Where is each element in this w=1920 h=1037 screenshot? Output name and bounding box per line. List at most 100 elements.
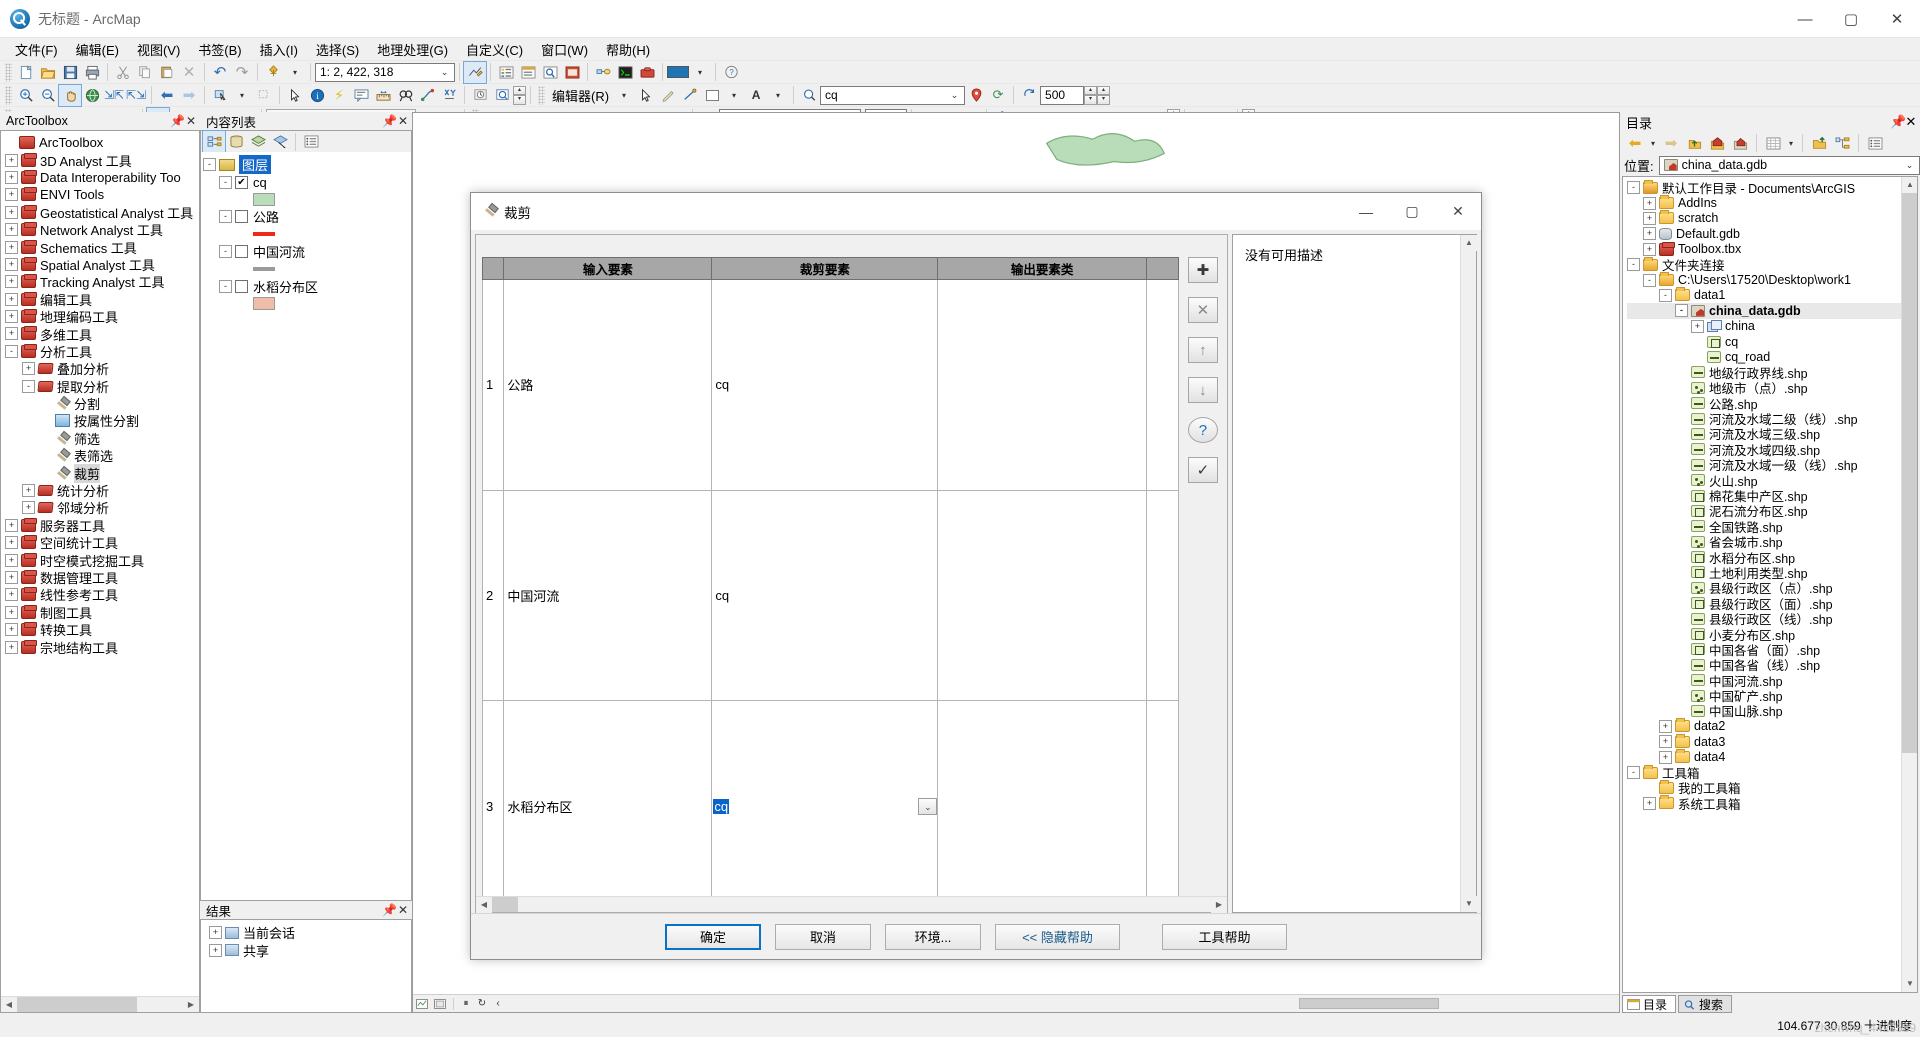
results-node[interactable]: + 共享 (201, 941, 411, 959)
hyperlink-icon[interactable]: ⚡ (328, 85, 350, 106)
html-popup-icon[interactable] (350, 85, 372, 106)
catalog-node[interactable]: - china_data.gdb (1627, 303, 1917, 319)
expand-toggle-icon[interactable]: + (5, 310, 18, 324)
arctoolbox-root[interactable]: ArcToolbox (1, 134, 199, 151)
toc-options-icon[interactable] (300, 131, 322, 152)
expand-toggle-icon[interactable]: + (1643, 796, 1656, 810)
select-features-icon[interactable] (209, 85, 231, 106)
pan-icon[interactable] (58, 83, 82, 107)
toolbox-node[interactable]: 分割 (1, 395, 199, 412)
catalog-options-icon[interactable] (1864, 133, 1886, 154)
expand-toggle-icon[interactable]: - (1627, 258, 1640, 272)
pin-icon[interactable]: 📌 (382, 114, 397, 128)
expand-toggle-icon[interactable]: + (209, 943, 222, 957)
menu-item-insert[interactable]: 插入(I) (251, 38, 307, 61)
color-swatch-icon[interactable] (667, 62, 689, 83)
expand-toggle-icon[interactable]: + (5, 188, 18, 202)
hscroll-thumb[interactable] (492, 897, 518, 912)
clip-features-cell[interactable]: cq ⌄ (711, 700, 939, 912)
help-icon[interactable]: ? (720, 62, 742, 83)
clip-parameters-table[interactable]: 输入要素 裁剪要素 输出要素类 1 公路 cq 2 中国河流 cq 3 水稻分布区 cq ⌄ (481, 257, 1179, 912)
scroll-left-button[interactable]: ◀ (1, 997, 17, 1012)
pause-drawing-icon[interactable]: ⏸ (458, 996, 474, 1012)
table-row[interactable]: 3 水稻分布区 cq ⌄ (481, 700, 1179, 912)
scroll-left-button[interactable]: ◀ (476, 897, 492, 913)
undo-icon[interactable]: ↶ (209, 62, 231, 83)
expand-toggle-icon[interactable]: + (5, 153, 18, 167)
toc-tree[interactable]: - 图层 - ✔ cq - 公路 - 中国河流 - 水稻分布区 (200, 152, 412, 901)
results-node[interactable]: + 当前会话 (201, 924, 411, 941)
view-type-icon[interactable] (1762, 133, 1784, 154)
toolbox-node[interactable]: + 线性参考工具 (1, 586, 199, 603)
refresh-geocode-icon[interactable]: ⟳ (987, 85, 1009, 106)
menu-item-help[interactable]: 帮助(H) (597, 38, 659, 61)
catalog-node[interactable]: + data2 (1627, 718, 1917, 734)
expand-toggle-icon[interactable]: + (5, 588, 18, 602)
output-feature-class-cell[interactable] (937, 279, 1147, 491)
output-feature-class-cell[interactable] (937, 489, 1147, 702)
toolbox-node[interactable]: + 时空模式挖掘工具 (1, 551, 199, 569)
expand-toggle-icon[interactable]: + (1643, 211, 1656, 225)
expand-toggle-icon[interactable]: + (5, 536, 18, 550)
layout-view-icon[interactable] (431, 996, 449, 1012)
go-to-xy-icon[interactable] (438, 85, 460, 106)
toolbox-node[interactable]: + 多维工具 (1, 325, 199, 343)
expand-toggle-icon[interactable]: + (5, 640, 18, 654)
expand-toggle-icon[interactable]: - (1675, 304, 1688, 318)
home-folder-icon[interactable] (1706, 133, 1728, 154)
editor-dropdown-icon[interactable]: ▾ (613, 85, 635, 106)
back-dropdown-icon[interactable]: ▾ (1647, 133, 1659, 154)
toolbox-node[interactable]: - 提取分析 (1, 377, 199, 395)
scroll-right-button[interactable]: ▶ (183, 997, 199, 1012)
toolbox-node[interactable]: + Data Interoperability Too (1, 169, 199, 186)
up-one-level-icon[interactable] (1683, 133, 1705, 154)
expand-toggle-icon[interactable]: + (5, 170, 18, 184)
catalog-node[interactable]: 我的工具箱 (1627, 779, 1917, 796)
layer-symbol-swatch[interactable] (253, 297, 275, 311)
data-view-icon[interactable] (413, 996, 431, 1012)
catalog-node[interactable]: + Default.gdb (1627, 226, 1917, 241)
toolbox-node[interactable]: + 数据管理工具 (1, 569, 199, 586)
dialog-minimize-button[interactable]: — (1343, 193, 1389, 230)
input-features-cell[interactable]: 公路 (503, 279, 713, 491)
expand-toggle-icon[interactable]: + (5, 240, 18, 254)
hscroll-thumb[interactable] (17, 997, 137, 1012)
catalog-location-combo[interactable]: china_data.gdb ⌄ (1658, 155, 1920, 175)
rotation-input[interactable]: 500 (1040, 85, 1085, 105)
expand-toggle-icon[interactable]: + (5, 570, 18, 584)
python-window-icon[interactable] (614, 62, 636, 83)
tab-search[interactable]: 搜索 (1678, 995, 1733, 1013)
toolbar-grip[interactable] (5, 62, 12, 82)
expand-toggle-icon[interactable]: - (219, 279, 232, 293)
geocoding-find-icon[interactable] (798, 85, 820, 106)
expand-toggle-icon[interactable]: + (22, 501, 35, 515)
scroll-right-button[interactable]: ▶ (1211, 897, 1227, 913)
clear-selection-icon[interactable] (253, 85, 275, 106)
expand-toggle-icon[interactable]: + (5, 205, 18, 219)
back-icon[interactable]: ⬅ (1624, 133, 1646, 154)
white-square-icon[interactable] (701, 85, 723, 106)
toolbox-node[interactable]: + ENVI Tools (1, 186, 199, 203)
pin-icon[interactable]: 📌 (1890, 114, 1906, 130)
remove-row-button[interactable]: ✕ (1187, 297, 1218, 323)
zoom-in-icon[interactable] (15, 85, 37, 106)
expand-toggle-icon[interactable]: - (1643, 273, 1656, 287)
input-features-cell[interactable]: 中国河流 (503, 489, 713, 702)
catalog-node[interactable]: + 系统工具箱 (1627, 795, 1917, 812)
toolbar-overflow-spinner[interactable]: ▴▾ (513, 85, 526, 105)
dialog-close-button[interactable]: ✕ (1435, 193, 1481, 230)
arctoolbox-tree[interactable]: ArcToolbox +3D Analyst 工具 + Data Interopera… (0, 130, 200, 1013)
expand-toggle-icon[interactable]: + (5, 292, 18, 306)
color-dropdown-icon[interactable]: ▾ (689, 62, 711, 83)
catalog-node[interactable]: - data1 (1627, 287, 1917, 303)
add-data-icon[interactable] (262, 62, 284, 83)
find-icon[interactable] (394, 85, 416, 106)
menu-item-windows[interactable]: 窗口(W) (532, 38, 597, 61)
layer-symbol-swatch[interactable] (253, 232, 275, 237)
toolbox-node[interactable]: + Spatial Analyst 工具 (1, 256, 199, 273)
expand-toggle-icon[interactable]: - (219, 245, 232, 259)
rotate-icon[interactable] (1018, 85, 1040, 106)
go-forward-extent-icon[interactable]: ➡ (178, 85, 200, 106)
refresh-view-icon[interactable]: ↻ (474, 996, 490, 1012)
catalog-node[interactable]: 地级市（点）.shp (1627, 380, 1917, 396)
